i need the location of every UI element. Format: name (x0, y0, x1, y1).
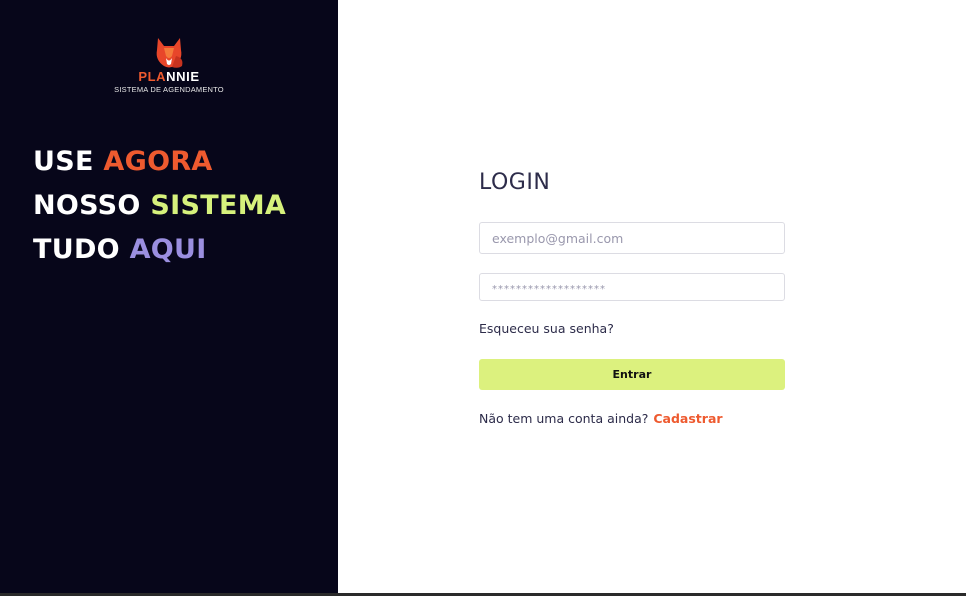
brand-subtitle: SISTEMA DE AGENDAMENTO (114, 85, 224, 94)
left-panel: PLANNIE SISTEMA DE AGENDAMENTO USE AGORA… (0, 0, 338, 596)
brand-name-part2: NNIE (166, 69, 200, 84)
headline-highlight: AQUI (129, 234, 207, 265)
brand-name-part1: PLA (138, 69, 167, 84)
login-button[interactable]: Entrar (479, 359, 785, 390)
brand-name: PLANNIE (0, 70, 338, 84)
logo: PLANNIE SISTEMA DE AGENDAMENTO (0, 34, 338, 94)
headline-line-2: NOSSO SISTEMA (33, 184, 286, 228)
headline-word: USE (33, 146, 104, 177)
headline-word: TUDO (33, 234, 130, 265)
headline-highlight: SISTEMA (150, 190, 287, 221)
headline-line-1: USE AGORA (33, 140, 286, 184)
forgot-password-link[interactable]: Esqueceu sua senha? (479, 321, 614, 336)
email-field[interactable] (479, 222, 785, 254)
signup-prompt: Não tem uma conta ainda? (479, 411, 649, 426)
headline: USE AGORA NOSSO SISTEMA TUDO AQUI (33, 140, 286, 272)
login-title: LOGIN (479, 170, 551, 195)
headline-highlight: AGORA (103, 146, 213, 177)
headline-word: NOSSO (33, 190, 151, 221)
signup-row: Não tem uma conta ainda? Cadastrar (479, 411, 723, 426)
password-field[interactable] (479, 273, 785, 301)
headline-line-3: TUDO AQUI (33, 228, 286, 272)
fox-icon (156, 38, 183, 68)
signup-link[interactable]: Cadastrar (653, 411, 722, 426)
